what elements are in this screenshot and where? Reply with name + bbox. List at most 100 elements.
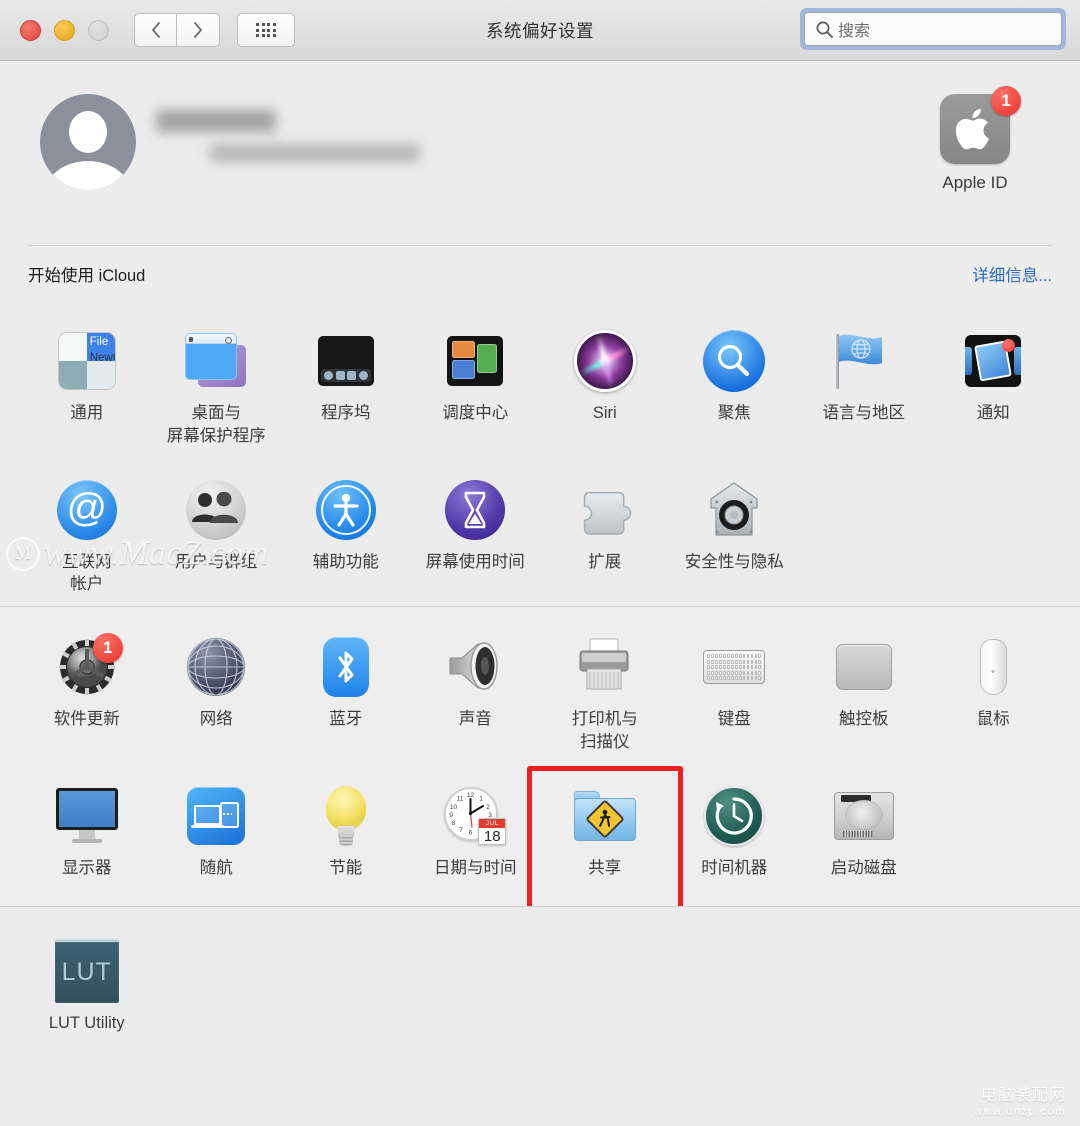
pref-label: 鼠标 (976, 710, 1010, 729)
pref-label: 互联网 帐户 (62, 552, 112, 594)
pref-keyboard[interactable]: 键盘 (670, 629, 800, 754)
pref-general[interactable]: FileNewOpe 通用 (22, 323, 152, 448)
startup-disk-icon (832, 784, 896, 848)
pref-empty-slot (929, 472, 1059, 597)
pref-startup-disk[interactable]: 启动磁盘 (799, 778, 929, 896)
pref-dock[interactable]: 程序坞 (281, 323, 411, 448)
pref-displays[interactable]: 显示器 (22, 778, 152, 896)
pref-internet-accounts[interactable]: @ 互联网 帐户 (22, 472, 152, 597)
account-summary[interactable] (40, 94, 420, 190)
avatar-head (69, 111, 107, 153)
apple-id-icon-box: 1 (940, 86, 1021, 164)
printers-scanners-icon (573, 635, 637, 699)
apple-id-section: 1 Apple ID (0, 61, 1080, 245)
internet-accounts-icon: @ (55, 478, 119, 542)
pref-label: 调度中心 (442, 404, 509, 422)
accessibility-icon (314, 478, 378, 542)
preferences-pane-personal: FileNewOpe 通用 桌面与 屏幕保护程序 程序坞 (0, 301, 1080, 607)
search-placeholder: 搜索 (838, 23, 871, 40)
pref-label: 启动磁盘 (830, 858, 897, 877)
pref-label: 安全性与隐私 (684, 552, 784, 571)
pref-label: 日期与时间 (434, 858, 517, 877)
spotlight-icon (702, 329, 766, 393)
svg-text:9: 9 (449, 812, 453, 819)
pref-label: 时间机器 (701, 858, 768, 877)
minimize-button[interactable] (54, 19, 75, 41)
sidecar-icon (184, 784, 248, 848)
pref-label: 显示器 (62, 858, 112, 877)
pref-extensions[interactable]: 扩展 (540, 472, 670, 597)
apple-id-tile[interactable]: 1 Apple ID (907, 86, 1043, 193)
pref-date-time[interactable]: 121 23 45 67 89 1011 (411, 778, 541, 896)
pref-accessibility[interactable]: 辅助功能 (281, 472, 411, 597)
pref-siri[interactable]: Siri (540, 323, 670, 448)
pref-label: 蓝牙 (329, 710, 363, 729)
time-machine-clock-icon (715, 796, 754, 835)
apple-glyph-icon (955, 108, 989, 150)
pref-security-privacy[interactable]: 安全性与隐私 (670, 472, 800, 597)
pref-screen-time[interactable]: 屏幕使用时间 (411, 472, 541, 597)
pref-mouse[interactable]: 鼠标 (929, 629, 1059, 754)
puzzle-piece-icon (583, 491, 632, 535)
keyboard-icon (702, 635, 766, 699)
pref-lut-utility[interactable]: LUT LUT Utility (22, 933, 152, 1051)
software-update-badge: 1 (92, 633, 123, 664)
walking-person-icon (598, 809, 611, 828)
mission-control-icon (443, 329, 507, 393)
chevron-left-icon (151, 22, 160, 38)
pref-desktop-screensaver[interactable]: 桌面与 屏幕保护程序 (152, 323, 282, 448)
pref-empty-slot (799, 472, 929, 597)
system-preferences-window: 系统偏好设置 搜索 1 Apple ID 开始使用 iCloud 详细信息...… (0, 0, 1080, 1126)
notifications-icon (961, 329, 1025, 393)
time-machine-icon (702, 784, 766, 848)
pref-label: 桌面与 屏幕保护程序 (166, 404, 266, 445)
pref-empty-slot (929, 778, 1059, 896)
close-button[interactable] (20, 19, 41, 41)
pref-time-machine[interactable]: 时间机器 (670, 778, 800, 896)
pref-label: 触控板 (839, 710, 889, 729)
pref-notifications[interactable]: 通知 (929, 323, 1059, 448)
pref-label: 随航 (199, 858, 233, 877)
pref-sound[interactable]: 声音 (411, 629, 541, 754)
svg-text:12: 12 (467, 792, 475, 799)
show-all-button[interactable] (237, 13, 295, 47)
pref-label: 网络 (199, 710, 233, 729)
preferences-row: 1 软件更新 网络 蓝牙 声音 打印机与 扫描仪 键盘 触控板 鼠标 (0, 629, 1080, 754)
pref-spotlight[interactable]: 聚焦 (670, 323, 800, 448)
magnifier-glyph-icon (718, 344, 750, 377)
pref-label: 通用 (70, 404, 104, 422)
users-groups-icon (184, 478, 248, 542)
account-email-redacted (210, 144, 420, 162)
network-icon (184, 635, 248, 699)
preferences-row: @ 互联网 帐户 用户与群组 辅助功能 屏幕使用时间 扩展 安全性与隐私 (0, 472, 1080, 597)
mouse-icon (961, 635, 1025, 699)
flag-glyph-icon (838, 334, 882, 365)
pref-language-region[interactable]: 语言与地区 (799, 323, 929, 448)
pref-label: 用户与群组 (175, 552, 258, 571)
software-update-icon: 1 (55, 633, 123, 699)
navigation-buttons (134, 13, 220, 47)
preferences-row: LUT LUT Utility (0, 933, 1080, 1051)
screen-time-icon (443, 478, 507, 542)
icloud-details-link[interactable]: 详细信息... (972, 262, 1052, 286)
sound-icon (443, 635, 507, 699)
pref-mission-control[interactable]: 调度中心 (411, 323, 541, 448)
pref-label: 共享 (588, 858, 622, 877)
pref-energy-saver[interactable]: 节能 (281, 778, 411, 896)
pref-bluetooth[interactable]: 蓝牙 (281, 629, 411, 754)
back-button[interactable] (134, 13, 177, 47)
pref-label: 程序坞 (321, 404, 371, 422)
pref-sidecar[interactable]: 随航 (152, 778, 282, 896)
pref-trackpad[interactable]: 触控板 (799, 629, 929, 754)
forward-button[interactable] (177, 13, 220, 47)
pref-users-groups[interactable]: 用户与群组 (152, 472, 282, 597)
grid-dots-icon (256, 23, 276, 37)
svg-text:2: 2 (486, 804, 490, 811)
pref-printers-scanners[interactable]: 打印机与 扫描仪 (540, 629, 670, 754)
pref-sharing[interactable]: 共享 (540, 778, 670, 896)
zoom-button (88, 19, 109, 41)
pref-software-update[interactable]: 1 软件更新 (22, 629, 152, 754)
avatar[interactable] (40, 94, 136, 190)
pref-network[interactable]: 网络 (152, 629, 282, 754)
search-input[interactable]: 搜索 (804, 12, 1062, 46)
